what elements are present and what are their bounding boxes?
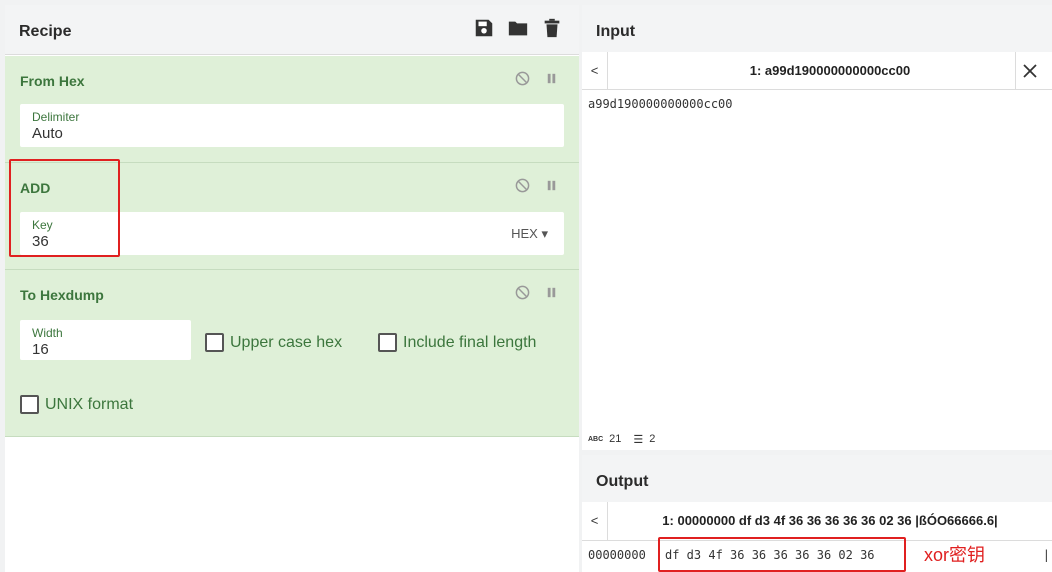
output-title: Output [596, 473, 649, 490]
field-label: Delimiter [32, 110, 80, 124]
field-label: Width [32, 326, 63, 340]
recipe-title: Recipe [19, 23, 72, 40]
recipe-panel: Recipe From Hex Delimiter Auto ADD Key 3… [5, 5, 579, 572]
input-tab[interactable]: 1: a99d190000000000cc00 [608, 52, 1052, 90]
close-icon[interactable] [1018, 59, 1042, 83]
checkbox-box[interactable] [378, 333, 397, 352]
output-panel: Output < 1: 00000000 df d3 4f 36 36 36 3… [582, 455, 1052, 572]
key-format-select[interactable]: HEX ▾ [511, 226, 548, 242]
pause-icon[interactable] [544, 178, 559, 193]
hexdump-offset: 00000000 [588, 548, 646, 562]
hexdump-ascii: | [1042, 548, 1050, 562]
disable-icon[interactable] [515, 285, 530, 300]
delimiter-field[interactable]: Delimiter Auto [20, 104, 564, 147]
width-field[interactable]: Width 16 [20, 320, 191, 360]
input-header: Input [582, 5, 1052, 55]
output-content[interactable]: 00000000 df d3 4f 36 36 36 36 36 02 36 |… [582, 537, 1052, 572]
tab-prev-button[interactable]: < [582, 52, 608, 90]
caret-down-icon: ▾ [541, 226, 548, 241]
operation-title: From Hex [20, 73, 85, 89]
output-header: Output [582, 455, 1052, 505]
char-count-value: 21 [609, 433, 622, 445]
checkbox-label: Upper case hex [230, 333, 343, 351]
operation-from-hex[interactable]: From Hex Delimiter Auto [5, 56, 579, 163]
checkbox-include-final-length[interactable]: Include final length [378, 333, 536, 352]
highlight-box [9, 159, 120, 257]
input-panel: Input < 1: a99d190000000000cc00 a99d1900… [582, 5, 1052, 450]
checkbox-box[interactable] [20, 395, 39, 414]
checkbox-label: UNIX format [45, 395, 134, 413]
input-textarea[interactable]: a99d190000000000cc00 [588, 97, 733, 111]
output-tab[interactable]: 1: 00000000 df d3 4f 36 36 36 36 36 02 3… [608, 502, 1052, 540]
input-tab-bar: < 1: a99d190000000000cc00 [582, 52, 1052, 90]
field-value: 16 [32, 341, 49, 358]
checkbox-upper-case-hex[interactable]: Upper case hex [205, 333, 342, 352]
xor-key-annotation: xor密钥 [924, 545, 986, 565]
output-tab-bar: < 1: 00000000 df d3 4f 36 36 36 36 36 02… [582, 502, 1052, 540]
tab-prev-button[interactable]: < [582, 502, 608, 540]
highlight-box [658, 537, 906, 572]
operation-to-hexdump[interactable]: To Hexdump Width 16 Upper case hex Inclu… [5, 270, 579, 437]
input-title: Input [596, 23, 636, 40]
abc-icon: ABC [588, 435, 604, 443]
format-label: HEX [511, 226, 538, 241]
pause-icon[interactable] [544, 285, 559, 300]
checkbox-box[interactable] [205, 333, 224, 352]
save-icon[interactable] [473, 17, 497, 41]
input-status-bar: ABC 21 ☰ 2 [582, 428, 1052, 450]
checkbox-unix-format[interactable]: UNIX format [20, 395, 133, 414]
trash-icon[interactable] [541, 17, 565, 41]
tab-divider [1015, 52, 1016, 90]
line-count-value: 2 [649, 433, 656, 445]
disable-icon[interactable] [515, 71, 530, 86]
lines-icon: ☰ [633, 433, 644, 446]
operation-title: To Hexdump [20, 287, 104, 303]
line-count: ☰ 2 [633, 433, 655, 446]
pause-icon[interactable] [544, 71, 559, 86]
checkbox-label: Include final length [403, 333, 537, 351]
disable-icon[interactable] [515, 178, 530, 193]
char-count: ABC 21 [588, 433, 621, 445]
field-value: Auto [32, 125, 63, 142]
folder-icon[interactable] [507, 17, 531, 41]
recipe-header: Recipe [5, 5, 579, 55]
